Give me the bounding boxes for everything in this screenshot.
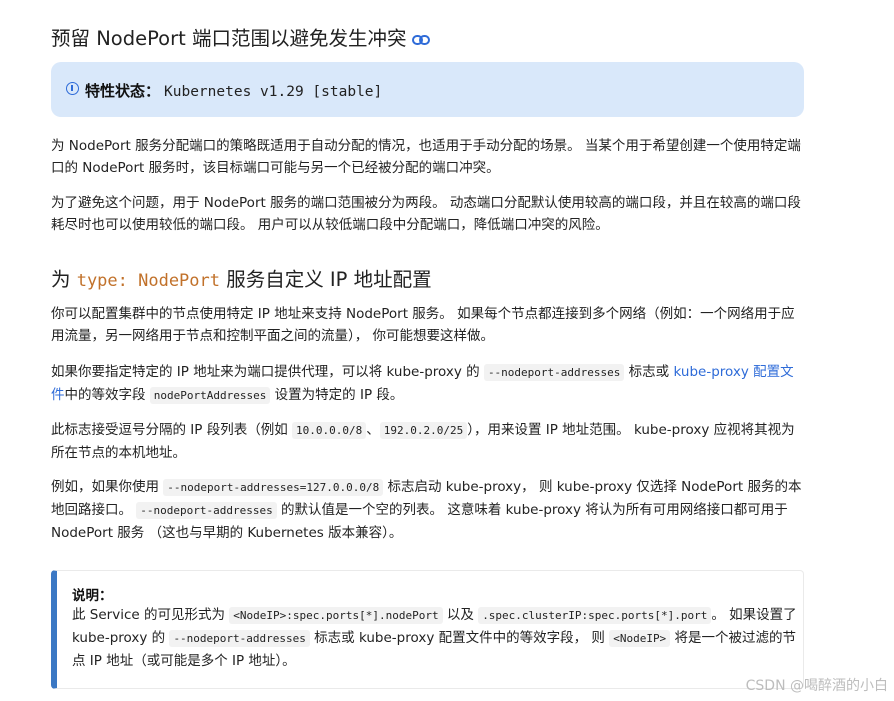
text-span: 以及 — [442, 607, 479, 623]
inline-code: --nodeport-addresses=127.0.0.0/8 — [163, 479, 384, 496]
section-heading-text: 预留 NodePort 端口范围以避免发生冲突 — [51, 27, 407, 50]
section-heading-code: type: NodePort — [76, 271, 220, 291]
paragraph-nodeport-addresses: 如果你要指定特定的 IP 地址来为端口提供代理，可以将 kube-proxy 的… — [51, 361, 807, 407]
paragraph-node-ip-config: 你可以配置集群中的节点使用特定 IP 地址来支持 NodePort 服务。 如果… — [51, 306, 795, 344]
note-title: 说明： — [72, 588, 113, 604]
inline-code: 10.0.0.0/8 — [292, 422, 367, 439]
inline-code: nodePortAddresses — [149, 387, 271, 404]
note-body: 此 Service 的可见形式为 <NodeIP>:spec.ports[*].… — [72, 604, 800, 672]
feature-state-value: Kubernetes v1.29 [stable] — [164, 84, 383, 100]
inline-code: --nodeport-addresses — [136, 502, 277, 519]
text-span: 标志或 — [624, 364, 674, 380]
inline-code: .spec.clusterIP:spec.ports[*].port — [478, 607, 712, 624]
text-span: 标志或 kube-proxy 配置文件中的等效字段， 则 — [309, 630, 610, 646]
section-heading-reserve-nodeport: 预留 NodePort 端口范围以避免发生冲突 — [51, 22, 431, 51]
csdn-watermark: CSDN @喝醉酒的小白 — [745, 678, 888, 694]
note-callout: 说明： 此 Service 的可见形式为 <NodeIP>:spec.ports… — [51, 570, 804, 689]
inline-code: --nodeport-addresses — [483, 364, 625, 381]
text-span: 、 — [366, 422, 380, 438]
paragraph-port-range-split: 为了避免这个问题，用于 NodePort 服务的端口范围被分为两段。 动态端口分… — [51, 195, 801, 233]
paragraph-ip-list: 此标志接受逗号分隔的 IP 段列表（例如 10.0.0.0/8、 192.0.2.… — [51, 419, 807, 464]
inline-code: --nodeport-addresses — [169, 630, 310, 647]
link-icon[interactable] — [412, 28, 431, 51]
feature-state-box: 特性状态： Kubernetes v1.29 [stable] — [51, 62, 804, 117]
paragraph-port-allocation: 为 NodePort 服务分配端口的策略既适用于自动分配的情况，也适用于手动分配… — [51, 138, 801, 176]
text-span: 设置为特定的 IP 段。 — [270, 387, 404, 403]
text-span: 中的等效字段 — [64, 387, 150, 403]
text-span: 此 Service 的可见形式为 — [72, 607, 230, 623]
inline-code: <NodeIP>:spec.ports[*].nodePort — [229, 607, 443, 624]
inline-code: <NodeIP> — [609, 630, 671, 647]
feature-state-label: 特性状态： — [85, 82, 161, 100]
text-span: 此标志接受逗号分隔的 IP 段列表（例如 — [51, 422, 292, 438]
paragraph-example: 例如，如果你使用 --nodeport-addresses=127.0.0.0/… — [51, 476, 807, 544]
section-heading-suffix: 服务自定义 IP 地址配置 — [220, 268, 432, 291]
text-span: 如果你要指定特定的 IP 地址来为端口提供代理，可以将 kube-proxy 的 — [51, 364, 484, 380]
info-circle-icon — [66, 82, 79, 95]
text-span: 例如，如果你使用 — [51, 479, 164, 495]
section-heading-prefix: 为 — [51, 268, 77, 291]
section-heading-custom-ip: 为 type: NodePort 服务自定义 IP 地址配置 — [51, 263, 432, 292]
inline-code: 192.0.2.0/25 — [379, 422, 468, 439]
